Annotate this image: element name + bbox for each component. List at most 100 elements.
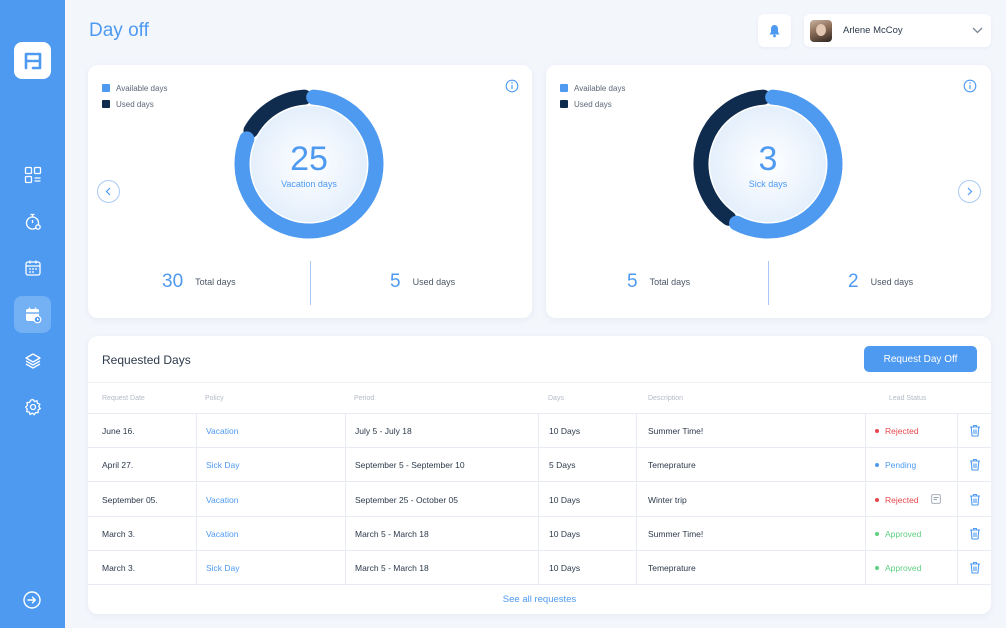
- vacation-total-label: Total days: [195, 277, 236, 287]
- legend-used-label: Used days: [574, 99, 612, 109]
- layers-icon: [24, 352, 41, 369]
- column-divider: [957, 448, 958, 483]
- table-row: June 16. Vacation July 5 - July 18 10 Days S…: [88, 414, 991, 448]
- cell-policy[interactable]: Sick Day: [206, 563, 240, 573]
- request-day-off-button[interactable]: Request Day Off: [864, 346, 977, 372]
- nav-dashboard[interactable]: [14, 156, 51, 193]
- status-dot: [875, 531, 879, 536]
- column-divider: [538, 414, 539, 448]
- info-icon[interactable]: [963, 79, 977, 93]
- logout-icon[interactable]: [22, 590, 42, 610]
- trash-icon[interactable]: [969, 424, 981, 437]
- comment-icon[interactable]: [931, 493, 941, 504]
- sick-total-stat: 5 Total days: [627, 271, 690, 293]
- cell-policy[interactable]: Sick Day: [206, 460, 240, 470]
- cell-description: Temeprature: [648, 460, 696, 471]
- cell-request-date: March 3.: [102, 528, 136, 539]
- status-label: Rejected: [885, 494, 919, 505]
- sick-used-number: 2: [848, 271, 859, 292]
- status-badge: Pending: [875, 460, 916, 470]
- dashboard-icon: [24, 166, 41, 183]
- cell-days: 10 Days: [549, 426, 581, 436]
- status-label: Rejected: [885, 426, 919, 436]
- cell-description: Winter trip: [648, 494, 687, 505]
- chevron-left-icon: [105, 187, 111, 196]
- cell-period: March 5 - March 18: [355, 528, 429, 539]
- stopwatch-icon: [25, 213, 41, 230]
- table-row: April 27. Sick Day September 5 - September…: [88, 448, 991, 483]
- column-divider: [538, 551, 539, 586]
- col-days: Days: [548, 395, 564, 402]
- cell-policy[interactable]: Vacation: [206, 495, 238, 505]
- legend-available-swatch: [560, 84, 568, 92]
- table-header: Request Date Policy Period Days Descript…: [88, 382, 991, 414]
- sick-total-number: 5: [627, 271, 638, 292]
- col-period: Period: [354, 395, 375, 402]
- stat-divider: [768, 261, 769, 305]
- sidebar: [0, 0, 65, 628]
- column-divider: [196, 414, 197, 448]
- prev-button[interactable]: [97, 180, 120, 203]
- gear-icon: [24, 398, 41, 416]
- cell-policy[interactable]: Vacation: [206, 426, 238, 436]
- cell-days: 5 Days: [549, 460, 576, 471]
- vacation-total-number: 30: [162, 271, 184, 292]
- trash-icon[interactable]: [969, 458, 981, 471]
- legend-used-swatch: [102, 100, 110, 108]
- column-divider: [345, 448, 346, 483]
- col-lead-status: Lead Status: [889, 395, 927, 402]
- vacation-card: Available days Used days 25 Vacation day…: [88, 65, 532, 318]
- cell-days: 10 Days: [549, 494, 581, 505]
- avatar: [810, 19, 832, 42]
- column-divider: [865, 448, 866, 483]
- sick-legend: Available days Used days: [560, 80, 625, 112]
- trash-icon[interactable]: [969, 561, 981, 574]
- trash-icon[interactable]: [969, 493, 981, 506]
- page-title: Day off: [89, 20, 149, 41]
- cell-request-date: June 16.: [102, 426, 135, 436]
- bell-icon: [769, 24, 780, 37]
- col-request-date: Request Date: [102, 395, 145, 402]
- notifications-button[interactable]: [758, 14, 791, 47]
- next-button[interactable]: [958, 180, 981, 203]
- vacation-used-stat: 5 Used days: [390, 271, 455, 293]
- column-divider: [345, 414, 346, 448]
- status-badge: Rejected: [875, 495, 919, 505]
- table-row: March 3. Vacation March 5 - March 18 10 Day…: [88, 516, 991, 551]
- legend-available-label: Available days: [116, 83, 168, 93]
- trash-icon[interactable]: [969, 527, 981, 540]
- status-label: Approved: [885, 528, 922, 539]
- sick-used-stat: 2 Used days: [848, 271, 913, 293]
- column-divider: [636, 551, 637, 586]
- nav-settings[interactable]: [14, 388, 51, 425]
- column-divider: [345, 482, 346, 517]
- info-icon[interactable]: [505, 79, 519, 93]
- column-divider: [636, 414, 637, 448]
- column-divider: [865, 516, 866, 551]
- sick-center: 3 Sick days: [693, 141, 843, 189]
- chevron-right-icon: [967, 187, 973, 196]
- cell-days: 10 Days: [549, 563, 581, 574]
- column-divider: [345, 516, 346, 551]
- chevron-down-icon: [972, 27, 983, 34]
- legend-available: Available days: [102, 80, 167, 96]
- sick-days-label: Sick days: [748, 179, 788, 189]
- see-all-link[interactable]: See all requestes: [88, 594, 991, 605]
- cell-policy[interactable]: Vacation: [206, 529, 238, 539]
- column-divider: [196, 551, 197, 586]
- column-divider: [538, 516, 539, 551]
- sick-days-value: 3: [758, 140, 778, 178]
- app-logo[interactable]: [14, 42, 51, 79]
- user-dropdown[interactable]: Arlene McCoy: [804, 14, 991, 47]
- nav-calendar[interactable]: [14, 249, 51, 286]
- nav-layers[interactable]: [14, 342, 51, 379]
- user-name: Arlene McCoy: [843, 25, 903, 36]
- legend-available-swatch: [102, 84, 110, 92]
- nav-day-off[interactable]: [14, 296, 51, 333]
- column-divider: [957, 482, 958, 517]
- column-divider: [636, 516, 637, 551]
- column-divider: [196, 448, 197, 483]
- column-divider: [345, 551, 346, 586]
- nav-timer[interactable]: [14, 203, 51, 240]
- status-dot: [875, 463, 879, 468]
